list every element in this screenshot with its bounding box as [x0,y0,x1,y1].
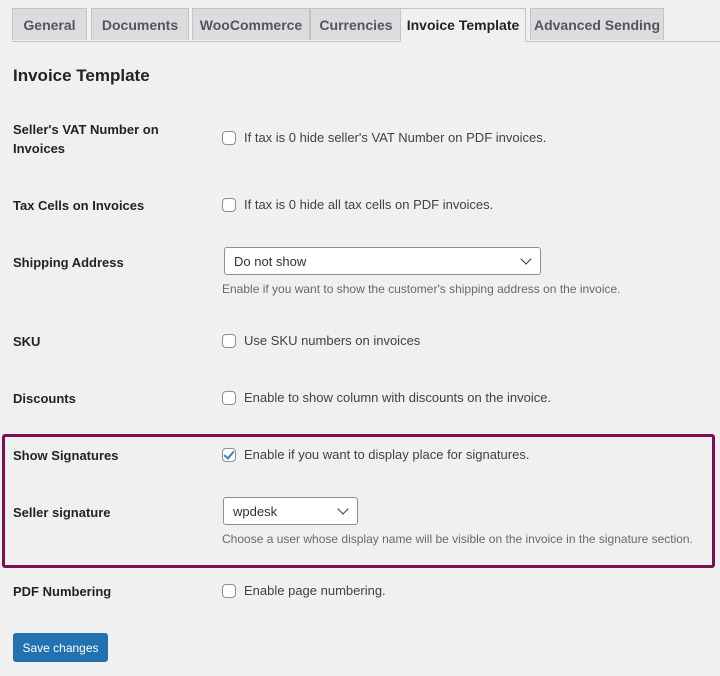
show-signatures-option[interactable]: Enable if you want to display place for … [222,447,529,462]
sku-checkbox-label: Use SKU numbers on invoices [244,333,421,348]
sku-label: SKU [13,334,41,349]
tax-cells-option[interactable]: If tax is 0 hide all tax cells on PDF in… [222,197,493,212]
seller-signature-label: Seller signature [13,505,111,520]
chevron-down-icon [520,253,532,265]
tab-documents[interactable]: Documents [91,8,189,40]
discounts-label: Discounts [13,391,76,406]
tab-invoice-template[interactable]: Invoice Template [400,8,526,42]
shipping-address-description: Enable if you want to show the customer'… [222,282,621,296]
page-title: Invoice Template [13,66,150,85]
tax-cells-checkbox[interactable] [222,197,236,212]
tab-currencies[interactable]: Currencies [310,8,402,40]
pdf-numbering-label: PDF Numbering [13,584,112,599]
tab-woocommerce[interactable]: WooCommerce [192,8,310,40]
seller-vat-checkbox[interactable] [222,130,236,145]
seller-signature-selected: wpdesk [233,503,278,519]
seller-vat-checkbox-label: If tax is 0 hide seller's VAT Number on … [244,130,547,145]
shipping-address-label: Shipping Address [13,255,124,270]
chevron-down-icon [337,503,349,515]
tab-advanced-sending[interactable]: Advanced Sending [530,8,664,40]
discounts-checkbox-label: Enable to show column with discounts on … [244,390,552,405]
discounts-option[interactable]: Enable to show column with discounts on … [222,390,551,405]
seller-signature-description: Choose a user whose display name will be… [222,532,693,546]
show-signatures-checkbox[interactable] [222,447,236,462]
shipping-address-selected: Do not show [234,253,307,269]
tax-cells-checkbox-label: If tax is 0 hide all tax cells on PDF in… [244,197,494,212]
save-changes-button[interactable]: Save changes [13,633,108,662]
seller-vat-option[interactable]: If tax is 0 hide seller's VAT Number on … [222,130,546,145]
shipping-address-select[interactable]: Do not show [224,247,541,275]
pdf-numbering-checkbox-label: Enable page numbering. [244,583,386,598]
discounts-checkbox[interactable] [222,390,236,405]
pdf-numbering-checkbox[interactable] [222,583,236,598]
sku-checkbox[interactable] [222,333,236,348]
settings-tabs: General Documents WooCommerce Currencies… [12,0,720,42]
tax-cells-label: Tax Cells on Invoices [13,198,145,213]
seller-vat-label: Seller's VAT Number on Invoices [13,122,159,156]
seller-signature-select[interactable]: wpdesk [223,497,358,525]
tab-general[interactable]: General [12,8,87,40]
show-signatures-checkbox-label: Enable if you want to display place for … [244,447,530,462]
show-signatures-label: Show Signatures [13,448,119,463]
pdf-numbering-option[interactable]: Enable page numbering. [222,583,386,598]
sku-option[interactable]: Use SKU numbers on invoices [222,333,420,348]
